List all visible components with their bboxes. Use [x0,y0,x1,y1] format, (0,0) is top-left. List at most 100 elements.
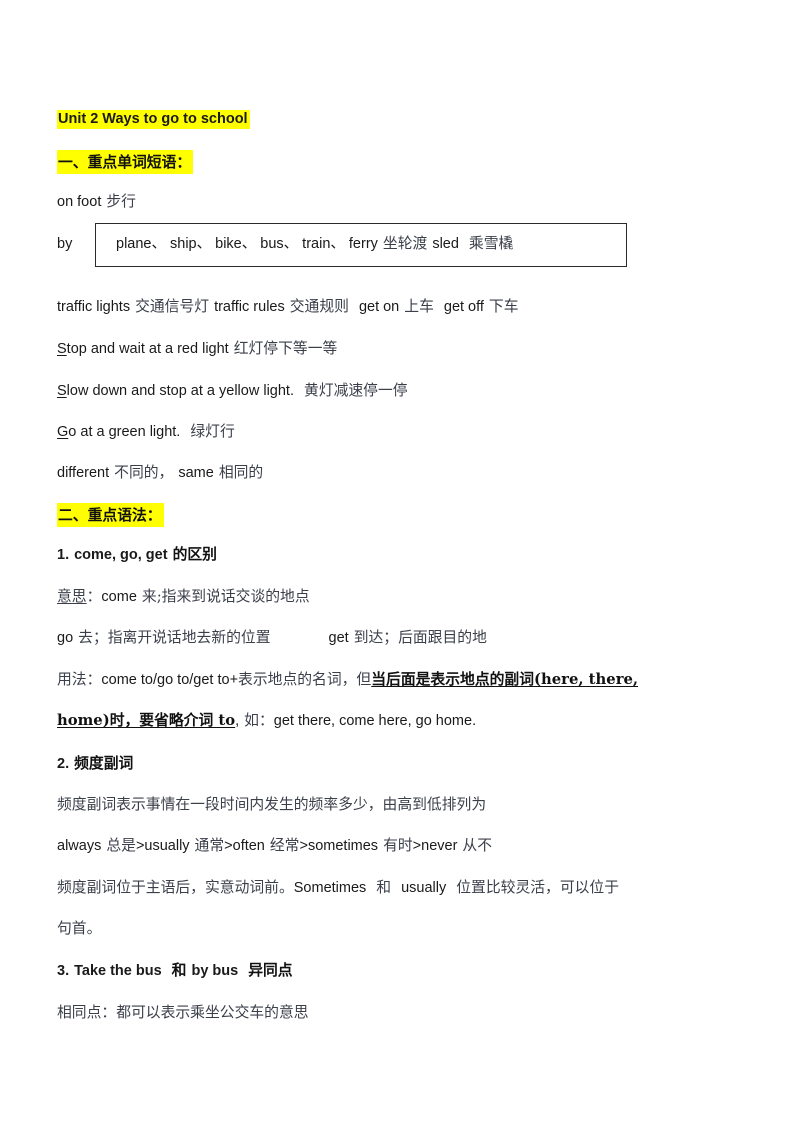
freq-sometimes-en: sometimes [307,838,379,854]
slow-rest: low down and stop at a yellow light. [66,383,294,399]
page-title: Unit 2 Ways to go to school [57,110,250,129]
go-word-cn: 去；指离开说话地去新的位置 [78,629,271,646]
by-transport-box-content: plane、 ship、 bike、 bus、 train、 ferry 坐轮渡 s… [116,235,514,252]
section-heading-vocab-text: 一、重点单词短语： [57,150,194,174]
freq-gt-3: > [299,838,308,854]
usage-bold-1: 当后面是表示地点的副词(here, there, [371,671,639,688]
grammar-point-3-heading: 3. Take the bus 和 by bus 异同点 [57,962,293,979]
meaning-go-get: go 去；指离开说话地去新的位置 get 到达；后面跟目的地 [57,629,487,646]
by-box-cn2: 乘雪橇 [468,235,514,252]
point2-cn: 频度副词 [74,755,134,772]
freq-never-en: never [421,838,458,854]
point3-num: 3. [57,963,70,979]
point3-cn-2: 异同点 [248,962,293,979]
get-word-cn: 到达；后面跟目的地 [353,629,487,646]
meaning-colon: ： [86,588,102,605]
freq-always-cn: 总是 [106,837,136,854]
by-label-text: by [57,236,73,252]
grammar-point-1-heading: 1. come, go, get 的区别 [57,546,217,563]
different-en: different [57,465,110,481]
freq-pos-en-1: Sometimes [293,880,367,896]
different-cn: 不同的， [114,464,174,481]
point1-en: come, go, get [74,547,168,563]
traffic-rules-en: traffic rules [214,299,285,315]
slow-cn: 黄灯减速停一停 [303,382,408,399]
stop-rest: top and wait at a red light [66,341,229,357]
frequency-position-line-1: 频度副词位于主语后，实意动词前。Sometimes 和 usually 位置比较灵活，… [57,879,620,896]
go-cn: 绿灯行 [190,423,235,440]
come-en: come [101,589,137,605]
go-word-en: go [57,630,74,646]
on-foot-cn: 步行 [106,193,136,210]
freq-often-en: often [232,838,265,854]
freq-often-cn: 经常 [269,837,300,854]
usage-bold-2: home)时，要省略介词 to [57,712,236,729]
meaning-label: 意思 [57,588,87,605]
by-transport-box: plane、 ship、 bike、 bus、 train、 ferry 坐轮渡 s… [95,223,627,267]
meaning-come: 意思：come 来;指来到说话交谈的地点 [57,588,310,605]
traffic-lights-en: traffic lights [57,299,131,315]
same-point-line: 相同点：都可以表示乘坐公交车的意思 [57,1004,309,1021]
get-on-en: get on [358,299,400,315]
stop-initial: S [57,341,67,357]
traffic-rules-cn: 交通规则 [289,298,349,315]
freq-pos-cn-4: 句首。 [57,920,102,937]
section-heading-grammar: 二、重点语法： [57,503,164,527]
point1-num: 1. [57,547,70,563]
go-initial: G [57,424,69,440]
entry-red-light: Stop and wait at a red light 红灯停下等一等 [57,340,338,357]
usage-label: 用法： [57,671,102,688]
entry-green-light: Go at a green light. 绿灯行 [57,423,235,440]
on-foot-en: on foot [57,194,102,210]
usage-line-2: home)时，要省略介词 to, 如：get there, come here, … [57,712,477,729]
entry-different-same: different 不同的， same 相同的 [57,464,264,481]
frequency-description-text: 频度副词表示事情在一段时间内发生的频率多少，由高到低排列为 [57,796,487,813]
page-title-text: Unit 2 Ways to go to school [57,110,250,129]
by-box-en1: plane、 ship、 bike、 bus、 train、 ferry [116,236,378,252]
point3-en-2: by bus [191,963,239,979]
by-label: by [57,237,72,252]
go-rest: o at a green light. [68,424,181,440]
point3-en-1: Take the bus [74,963,162,979]
freq-pos-cn-3: 位置比较灵活，可以位于 [456,879,620,896]
by-box-cn1: 坐轮渡 [382,235,428,252]
point1-cn: 的区别 [172,546,217,563]
freq-pos-cn-2: 和 [376,879,392,896]
usage-en2: get there, come here, go home. [273,713,477,729]
entry-traffic: traffic lights 交通信号灯 traffic rules 交通规则 get … [57,298,519,315]
section-heading-vocab: 一、重点单词短语： [57,150,194,174]
freq-never-cn: 从不 [462,837,493,854]
freq-gt-2: > [224,838,233,854]
traffic-lights-cn: 交通信号灯 [135,298,210,315]
freq-sometimes-cn: 有时 [383,837,413,854]
usage-comma: , [235,713,240,729]
by-box-en2: sled [432,236,459,252]
section-heading-grammar-text: 二、重点语法： [57,503,164,527]
frequency-scale: always 总是>usually 通常>often 经常>sometimes 有时>n… [57,837,493,854]
same-cn: 相同的 [218,464,264,481]
usage-cn2: 如： [244,712,274,729]
freq-pos-cn-1: 频度副词位于主语后，实意动词前。 [57,879,294,896]
same-en: same [178,465,214,481]
point3-cn-1: 和 [171,962,187,979]
usage-line-1: 用法：come to/go to/get to+表示地点的名词，但当后面是表示地… [57,671,757,688]
document-page: Unit 2 Ways to go to school 一、重点单词短语： on… [0,0,794,1123]
freq-usually-en: usually [144,838,190,854]
grammar-point-2-heading: 2. 频度副词 [57,755,134,772]
come-cn: 来;指来到说话交谈的地点 [141,588,310,605]
get-off-en: get off [443,299,484,315]
usage-cn1: 表示地点的名词，但 [238,671,372,688]
get-off-cn: 下车 [488,298,519,315]
entry-on-foot: on foot 步行 [57,193,136,210]
entry-yellow-light: Slow down and stop at a yellow light. 黄灯减… [57,382,408,399]
same-point-text: 相同点：都可以表示乘坐公交车的意思 [57,1004,309,1021]
frequency-position-line-2: 句首。 [57,920,102,937]
freq-pos-en-2: usually [401,880,447,896]
freq-always-en: always [57,838,102,854]
point2-num: 2. [57,756,70,772]
get-on-cn: 上车 [404,298,434,315]
stop-cn: 红灯停下等一等 [233,340,338,357]
usage-en1: come to/go to/get to+ [101,672,239,688]
slow-initial: S [57,383,67,399]
get-word-en: get [328,630,349,646]
